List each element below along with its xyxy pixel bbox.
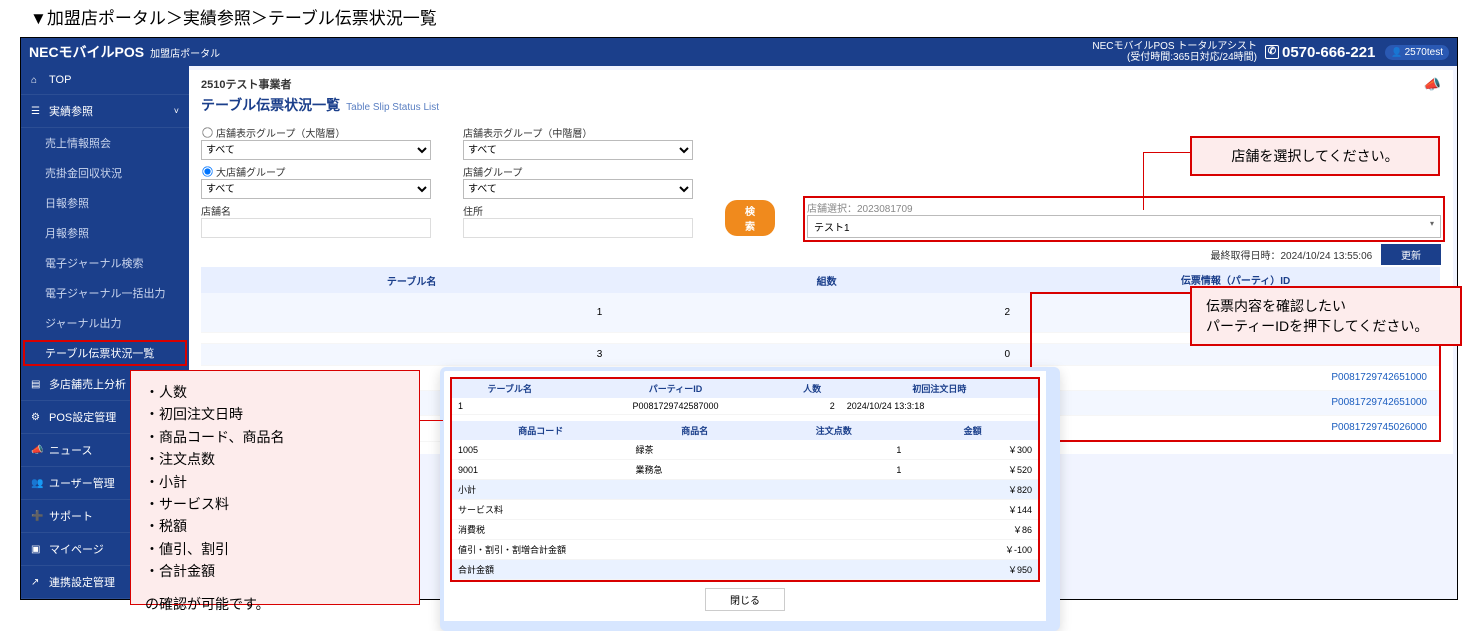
sub-brand: 加盟店ポータル	[150, 45, 220, 60]
popup-header-table: テーブル名パーティーID人数初回注文日時 1 P0081729742587000…	[452, 379, 1038, 415]
list-icon: ☰	[31, 106, 45, 117]
connector-line	[1143, 152, 1191, 153]
tel-number: ✆0570-666-221	[1265, 44, 1375, 61]
callout-line: ・小計	[145, 471, 405, 493]
chevron-down-icon: ▾	[1430, 219, 1434, 234]
sidebar-sub-0[interactable]: 売上情報照会	[21, 128, 189, 158]
col-count: 組数	[622, 267, 1031, 293]
store-select-box: 店舗選択：2023081709 テスト1▾	[807, 200, 1441, 238]
company-name: 2510テスト事業者	[201, 76, 291, 93]
popup-first-order: 2024/10/24 13:3:18	[841, 398, 1038, 415]
page-title: テーブル伝票状況一覧Table Slip Status List	[201, 95, 1441, 115]
close-button[interactable]: 閉じる	[705, 588, 785, 611]
brand: NECモバイルPOS	[29, 42, 144, 62]
store-select-label: 店舗選択：2023081709	[807, 200, 1441, 215]
callout-store-select: 店舗を選択してください。	[1190, 136, 1440, 176]
search-button[interactable]: 検索	[725, 200, 775, 236]
input-store-name[interactable]	[201, 218, 431, 238]
row-discount: 値引・割引・割増合計金額	[452, 540, 907, 560]
account-badge[interactable]: 2570test	[1385, 45, 1449, 60]
sidebar-sub-6[interactable]: ジャーナル出力	[21, 308, 189, 338]
popup-line-row: 9001業務急1￥520	[452, 460, 1038, 480]
label-store-name: 店舗名	[201, 203, 431, 218]
callout-line: ・サービス料	[145, 493, 405, 515]
dashboard-icon: ⌂	[31, 75, 45, 86]
callout-detail-items: ・人数・初回注文日時・商品コード、商品名・注文点数・小計・サービス料・税額・値引…	[130, 370, 420, 605]
assist-info: NECモバイルPOS トータルアシスト (受付時間:365日対応/24時間)	[1092, 41, 1257, 63]
sidebar-sub-4[interactable]: 電子ジャーナル検索	[21, 248, 189, 278]
slip-detail-popup: テーブル名パーティーID人数初回注文日時 1 P0081729742587000…	[440, 367, 1060, 631]
party-id-link[interactable]: P0081729742651000	[1044, 371, 1427, 385]
select-mid-group[interactable]: すべて	[463, 140, 693, 160]
chevron-down-icon: ˅	[174, 106, 179, 116]
popup-table-name: 1	[452, 398, 568, 415]
callout-line: ・税額	[145, 515, 405, 537]
update-button[interactable]: 更新	[1381, 244, 1441, 265]
popup-people: 2	[783, 398, 840, 415]
radio-big-store[interactable]: 大店舗グループ	[201, 164, 431, 179]
app-header: NECモバイルPOS 加盟店ポータル NECモバイルPOS トータルアシスト (…	[21, 38, 1457, 66]
row-service: サービス料	[452, 500, 907, 520]
callout-line: ・初回注文日時	[145, 403, 405, 425]
label-address: 住所	[463, 203, 693, 218]
sidebar-sub-1[interactable]: 売掛金回収状況	[21, 158, 189, 188]
sidebar-sub-3[interactable]: 月報参照	[21, 218, 189, 248]
connector-line	[1143, 152, 1144, 210]
menu-icon: ▤	[31, 379, 45, 390]
breadcrumb: ▼加盟店ポータル＞実績参照＞テーブル伝票状況一覧	[0, 0, 1478, 37]
menu-icon: ↗	[31, 577, 45, 588]
menu-icon: 📣	[31, 445, 45, 456]
callout-line: ・値引、割引	[145, 538, 405, 560]
popup-line-row: 1005緑茶1￥300	[452, 440, 1038, 460]
popup-lines-table: 商品コード商品名注文点数金額 1005緑茶1￥3009001業務急1￥520 小…	[452, 421, 1038, 580]
party-id-link[interactable]: P0081729745026000	[1044, 421, 1427, 435]
user-icon	[1391, 47, 1404, 58]
sidebar-group-results[interactable]: ☰実績参照˅	[21, 95, 189, 128]
select-large-group[interactable]: すべて	[201, 140, 431, 160]
sidebar-sub-7[interactable]: テーブル伝票状況一覧	[21, 338, 189, 368]
update-row: 最終取得日時：2024/10/24 13:55:06 更新	[201, 244, 1441, 265]
popup-party-id: P0081729742587000	[568, 398, 784, 415]
sidebar-sub-2[interactable]: 日報参照	[21, 188, 189, 218]
radio-large-group[interactable]: 店舗表示グループ（大階層）	[201, 125, 431, 140]
party-id-link[interactable]: P0081729742651000	[1044, 396, 1427, 410]
callout-line: ・合計金額	[145, 560, 405, 582]
callout-party-id: 伝票内容を確認したい パーティーIDを押下してください。	[1190, 286, 1462, 346]
callout-line: ・注文点数	[145, 448, 405, 470]
row-total: 合計金額	[452, 560, 907, 580]
row-tax: 消費税	[452, 520, 907, 540]
callout-line: ・人数	[145, 381, 405, 403]
phone-icon: ✆	[1265, 45, 1279, 59]
menu-icon: ▣	[31, 544, 45, 555]
label-store-group: 店舗グループ	[463, 164, 693, 179]
store-select[interactable]: テスト1▾	[807, 215, 1441, 238]
table-row: 30	[201, 344, 1440, 366]
last-update-time: 2024/10/24 13:55:06	[1280, 251, 1372, 262]
menu-icon: 👥	[31, 478, 45, 489]
callout-line: ・商品コード、商品名	[145, 426, 405, 448]
megaphone-icon[interactable]: 📣	[1424, 76, 1441, 93]
sidebar-top[interactable]: ⌂TOP	[21, 66, 189, 95]
menu-icon: ➕	[31, 511, 45, 522]
select-big-store[interactable]: すべて	[201, 179, 431, 199]
assist-line1: NECモバイルPOS トータルアシスト	[1092, 41, 1257, 52]
connector-line	[418, 420, 443, 421]
label-mid-group: 店舗表示グループ（中階層）	[463, 125, 693, 140]
select-store-group[interactable]: すべて	[463, 179, 693, 199]
assist-line2: (受付時間:365日対応/24時間)	[1092, 52, 1257, 63]
input-address[interactable]	[463, 218, 693, 238]
sidebar-sub-5[interactable]: 電子ジャーナル一括出力	[21, 278, 189, 308]
col-table-name: テーブル名	[201, 267, 622, 293]
row-subtotal: 小計	[452, 480, 907, 500]
menu-icon: ⚙	[31, 412, 45, 423]
